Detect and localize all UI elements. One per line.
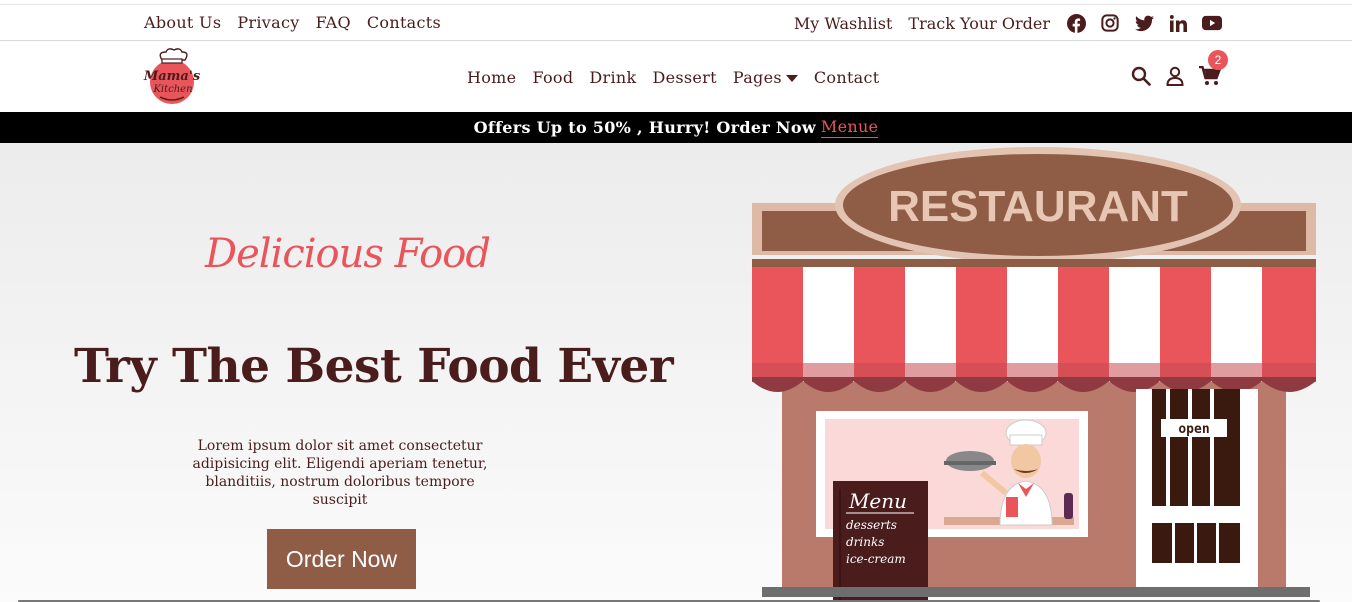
faq-link[interactable]: FAQ bbox=[316, 13, 351, 32]
social-icons bbox=[1066, 13, 1222, 33]
main-navbar: Mama's Kitchen Home Food Drink Dessert P… bbox=[0, 42, 1352, 112]
nav-pages[interactable]: Pages bbox=[733, 68, 798, 87]
search-icon[interactable] bbox=[1131, 66, 1151, 90]
restaurant-illustration: RESTAURANT Menu desserts drinks ice-crea… bbox=[748, 143, 1320, 602]
menu-board-item: desserts bbox=[846, 518, 897, 532]
nav-icons: 2 bbox=[1131, 50, 1228, 90]
user-icon[interactable] bbox=[1165, 66, 1185, 90]
caret-down-icon bbox=[785, 75, 798, 82]
hero-script-title: Delicious Food bbox=[205, 231, 491, 277]
twitter-icon[interactable] bbox=[1134, 13, 1154, 33]
hero-headline: Try The Best Food Ever bbox=[74, 339, 674, 394]
menu-board: Menu desserts drinks ice-cream bbox=[833, 481, 928, 602]
linkedin-icon[interactable] bbox=[1168, 13, 1188, 33]
cart-count-badge: 2 bbox=[1208, 50, 1228, 70]
nav-drink[interactable]: Drink bbox=[589, 68, 636, 87]
nav-dessert[interactable]: Dessert bbox=[652, 68, 716, 87]
brand-logo[interactable]: Mama's Kitchen bbox=[136, 47, 208, 105]
privacy-link[interactable]: Privacy bbox=[237, 13, 299, 32]
nav-home[interactable]: Home bbox=[467, 68, 516, 87]
cart-button[interactable]: 2 bbox=[1199, 50, 1228, 90]
youtube-icon[interactable] bbox=[1202, 13, 1222, 33]
awning bbox=[752, 267, 1316, 392]
track-order-link[interactable]: Track Your Order bbox=[908, 14, 1050, 33]
order-now-button[interactable]: Order Now bbox=[267, 529, 416, 589]
svg-text:Mama's: Mama's bbox=[143, 69, 201, 84]
offer-banner: Offers Up to 50% , Hurry! Order Now Menu… bbox=[0, 112, 1352, 143]
about-us-link[interactable]: About Us bbox=[144, 13, 221, 32]
top-right: My Washlist Track Your Order bbox=[794, 13, 1222, 33]
svg-text:Kitchen: Kitchen bbox=[152, 84, 192, 95]
nav-food[interactable]: Food bbox=[532, 68, 573, 87]
menu-board-item: ice-cream bbox=[846, 552, 906, 566]
nav-pages-label: Pages bbox=[732, 68, 782, 87]
menu-board-item: drinks bbox=[846, 535, 884, 549]
open-sign-text: open bbox=[1178, 422, 1209, 437]
offer-text: Offers Up to 50% , Hurry! Order Now bbox=[473, 118, 816, 137]
offer-menu-link[interactable]: Menue bbox=[820, 117, 879, 138]
restaurant-door: open bbox=[1152, 389, 1240, 563]
hero-description: Lorem ipsum dolor sit amet consectetur a… bbox=[192, 438, 488, 508]
top-bar: About Us Privacy FAQ Contacts My Washlis… bbox=[0, 4, 1352, 41]
wishlist-link[interactable]: My Washlist bbox=[794, 14, 893, 33]
instagram-icon[interactable] bbox=[1100, 13, 1120, 33]
menu-board-title: Menu bbox=[848, 489, 907, 513]
nav-contact[interactable]: Contact bbox=[814, 68, 880, 87]
contacts-link[interactable]: Contacts bbox=[367, 13, 441, 32]
hero-section: Delicious Food Try The Best Food Ever Lo… bbox=[0, 143, 1352, 602]
main-menu: Home Food Drink Dessert Pages Contact bbox=[467, 68, 880, 87]
restaurant-sign-text: RESTAURANT bbox=[888, 182, 1188, 231]
facebook-icon[interactable] bbox=[1066, 13, 1086, 33]
top-links: About Us Privacy FAQ Contacts bbox=[144, 13, 441, 32]
